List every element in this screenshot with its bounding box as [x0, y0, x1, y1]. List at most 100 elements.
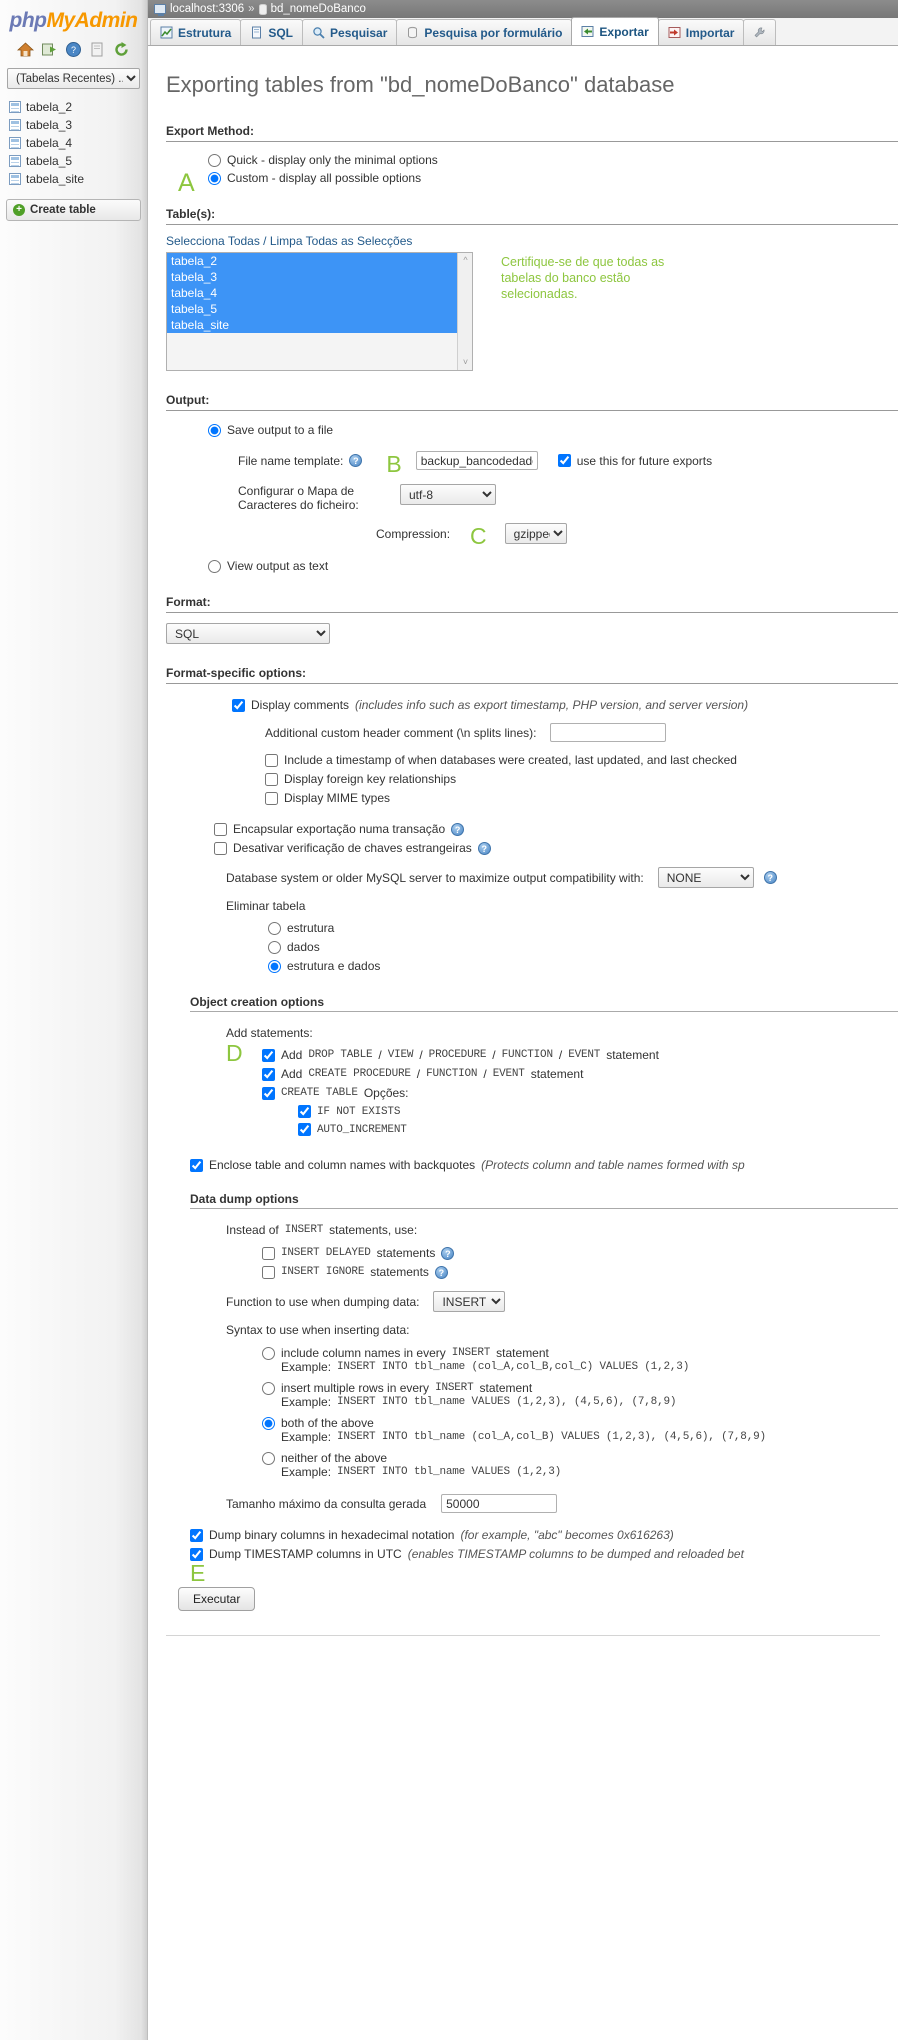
chevron-up-icon[interactable]: ^ — [460, 255, 471, 266]
table-option[interactable]: tabela_site — [167, 317, 472, 333]
insert-delayed-checkbox[interactable] — [262, 1246, 275, 1260]
display-comments-checkbox[interactable] — [232, 698, 245, 712]
help-icon[interactable]: ? — [477, 841, 491, 855]
encapsular-checkbox[interactable] — [214, 822, 227, 836]
tab-estrutura[interactable]: Estrutura — [150, 19, 242, 45]
foreign-key-row[interactable]: Display foreign key relationships — [265, 772, 898, 786]
help-icon[interactable]: ? — [65, 41, 82, 58]
insert-ignore-checkbox[interactable] — [262, 1265, 275, 1279]
recent-tables-select[interactable]: (Tabelas Recentes) ... — [7, 68, 140, 89]
max-query-input[interactable] — [441, 1494, 558, 1513]
create-table-options-checkbox[interactable] — [262, 1086, 275, 1100]
utc-timestamp-row[interactable]: Dump TIMESTAMP columns in UTC (enables T… — [190, 1547, 898, 1561]
help-icon[interactable]: ? — [441, 1246, 455, 1260]
syntax-option-2-row[interactable]: insert multiple rows in every INSERT sta… — [262, 1381, 898, 1395]
syntax-option-3[interactable]: both of the above Example: INSERT INTO t… — [262, 1416, 898, 1444]
encapsular-row[interactable]: Encapsular exportação numa transação ? — [214, 822, 898, 836]
syntax-option-1-row[interactable]: include column names in every INSERT sta… — [262, 1346, 898, 1360]
desativar-checkbox[interactable] — [214, 841, 227, 855]
syntax-option-2[interactable]: insert multiple rows in every INSERT sta… — [262, 1381, 898, 1409]
eliminar-ambos-radio[interactable] — [268, 959, 281, 973]
tables-multiselect[interactable]: tabela_2 tabela_3 tabela_4 tabela_5 tabe… — [166, 252, 473, 371]
reload-icon[interactable] — [113, 41, 130, 58]
if-not-exists-checkbox[interactable] — [298, 1105, 311, 1118]
charset-select[interactable]: utf-8 — [400, 484, 496, 505]
help-icon[interactable]: ? — [763, 871, 777, 884]
syntax-option-1[interactable]: include column names in every INSERT sta… — [262, 1346, 898, 1374]
additional-header-input[interactable] — [550, 723, 667, 742]
function-dump-select[interactable]: INSERT — [433, 1291, 506, 1312]
backquotes-checkbox[interactable] — [190, 1158, 203, 1172]
tab-exportar[interactable]: Exportar — [571, 17, 659, 45]
output-save-file-radio[interactable] — [208, 423, 221, 437]
home-icon[interactable] — [16, 41, 35, 58]
file-name-template-input[interactable] — [415, 451, 538, 470]
table-option[interactable]: tabela_4 — [167, 285, 472, 301]
hex-binary-checkbox[interactable] — [190, 1528, 203, 1542]
syntax-option-4[interactable]: neither of the above Example: INSERT INT… — [262, 1451, 898, 1479]
tab-pesquisa-por-formulario[interactable]: Pesquisa por formulário — [396, 19, 573, 45]
foreign-key-checkbox[interactable] — [265, 772, 278, 786]
eliminar-dados-row[interactable]: dados — [268, 940, 898, 954]
syntax-option-3-radio[interactable] — [262, 1416, 275, 1430]
syntax-option-2-radio[interactable] — [262, 1381, 275, 1395]
include-timestamp-checkbox[interactable] — [265, 753, 278, 767]
create-table-options-row[interactable]: CREATE TABLE Opções: — [262, 1086, 898, 1100]
syntax-option-1-radio[interactable] — [262, 1346, 275, 1360]
output-view-text-row[interactable]: View output as text — [208, 559, 898, 573]
docs-icon[interactable] — [89, 41, 106, 58]
format-select[interactable]: SQL — [166, 623, 330, 644]
table-option[interactable]: tabela_5 — [167, 301, 472, 317]
sidebar-item-tabela-site[interactable]: tabela_site — [9, 170, 147, 188]
eliminar-estrutura-radio[interactable] — [268, 921, 281, 935]
tab-more[interactable] — [743, 19, 777, 45]
desativar-row[interactable]: Desativar verificação de chaves estrange… — [214, 841, 898, 855]
backquotes-row[interactable]: Enclose table and column names with back… — [190, 1158, 898, 1172]
compression-select[interactable]: gzipped — [504, 523, 567, 544]
insert-delayed-row[interactable]: INSERT DELAYED statements ? — [262, 1246, 898, 1260]
eliminar-ambos-row[interactable]: estrutura e dados — [268, 959, 898, 973]
table-option[interactable]: tabela_2 — [167, 253, 472, 269]
syntax-option-4-radio[interactable] — [262, 1451, 275, 1465]
help-icon[interactable]: ? — [451, 822, 465, 836]
mime-types-checkbox[interactable] — [265, 791, 278, 805]
breadcrumb-database[interactable]: bd_nomeDoBanco — [271, 3, 366, 15]
tables-scrollbar[interactable]: ^ ˅ — [457, 253, 472, 370]
execute-button[interactable]: Executar — [178, 1587, 256, 1611]
help-icon[interactable]: ? — [349, 454, 363, 467]
export-method-custom-radio[interactable] — [208, 171, 221, 185]
include-timestamp-row[interactable]: Include a timestamp of when databases we… — [265, 753, 898, 767]
tab-pesquisar[interactable]: Pesquisar — [302, 19, 398, 45]
use-future-exports-checkbox[interactable] — [557, 454, 571, 467]
chevron-down-icon[interactable]: ˅ — [460, 357, 471, 368]
sidebar-item-tabela-5[interactable]: tabela_5 — [9, 152, 147, 170]
add-create-checkbox[interactable] — [262, 1067, 275, 1081]
auto-increment-checkbox[interactable] — [298, 1123, 311, 1136]
create-table-button[interactable]: + Create table — [6, 199, 141, 221]
export-method-quick-radio[interactable] — [208, 153, 221, 167]
sidebar-item-tabela-2[interactable]: tabela_2 — [9, 98, 147, 116]
output-view-text-radio[interactable] — [208, 559, 221, 573]
sidebar-item-tabela-3[interactable]: tabela_3 — [9, 116, 147, 134]
logout-icon[interactable] — [41, 41, 58, 58]
output-save-file-row[interactable]: Save output to a file — [208, 423, 898, 437]
eliminar-dados-radio[interactable] — [268, 940, 281, 954]
insert-ignore-row[interactable]: INSERT IGNORE statements ? — [262, 1265, 898, 1279]
phpmyadmin-logo[interactable]: phpMyAdmin — [0, 0, 147, 35]
hex-binary-row[interactable]: Dump binary columns in hexadecimal notat… — [190, 1528, 898, 1542]
export-method-custom-row[interactable]: Custom - display all possible options — [208, 171, 898, 185]
breadcrumb-server[interactable]: localhost:3306 — [170, 3, 244, 15]
sidebar-item-tabela-4[interactable]: tabela_4 — [9, 134, 147, 152]
tab-sql[interactable]: SQL — [240, 19, 304, 45]
add-drop-checkbox[interactable] — [262, 1048, 275, 1062]
mime-types-row[interactable]: Display MIME types — [265, 791, 898, 805]
auto-increment-row[interactable]: AUTO_INCREMENT — [298, 1123, 898, 1136]
add-create-row[interactable]: Add CREATE PROCEDURE / FUNCTION / EVENT … — [262, 1067, 898, 1081]
export-method-quick-row[interactable]: Quick - display only the minimal options — [208, 153, 898, 167]
tab-importar[interactable]: Importar — [657, 19, 745, 45]
help-icon[interactable]: ? — [434, 1265, 448, 1279]
compat-select[interactable]: NONE — [657, 867, 754, 888]
add-drop-row[interactable]: D Add DROP TABLE / VIEW / PROCEDURE / FU… — [226, 1042, 898, 1065]
utc-timestamp-checkbox[interactable] — [190, 1547, 203, 1561]
syntax-option-3-row[interactable]: both of the above — [262, 1416, 898, 1430]
